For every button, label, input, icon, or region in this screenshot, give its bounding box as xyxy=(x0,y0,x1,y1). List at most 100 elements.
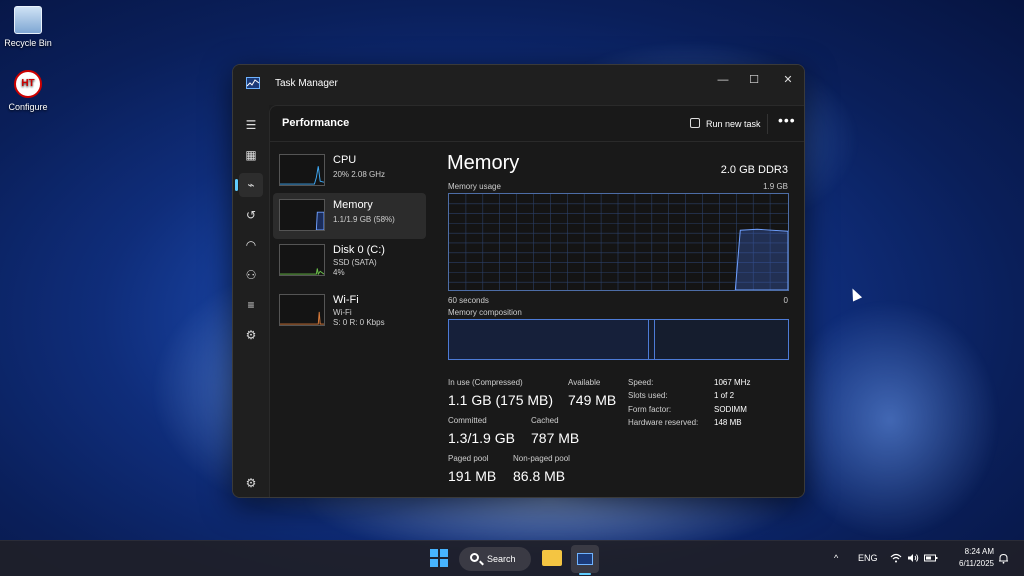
perf-item-detail: 4% xyxy=(333,268,345,277)
task-manager-app-icon xyxy=(246,77,260,89)
graph-time-left: 60 seconds xyxy=(448,296,489,305)
run-new-task-label: Run new task xyxy=(706,119,761,129)
non-paged-pool-value: 86.8 MB xyxy=(513,468,566,484)
paged-pool-label: Paged pool xyxy=(448,454,489,463)
task-manager-icon xyxy=(577,553,593,565)
perf-item-detail: S: 0 R: 0 Kbps xyxy=(333,318,385,327)
desktop-icon-recycle-bin[interactable]: Recycle Bin xyxy=(0,6,58,48)
navigation-rail: ☰ ▦ ⌁ ↺ ◠ ⚇ ≡ ⚙ ⚙ xyxy=(233,105,269,497)
graph-time-right: 0 xyxy=(783,296,788,305)
perf-item-name: Disk 0 (C:) xyxy=(333,244,385,256)
tray-overflow-chevron-icon[interactable]: ^ xyxy=(834,553,838,563)
hamburger-menu-icon[interactable]: ☰ xyxy=(239,113,263,137)
speed-label: Speed: xyxy=(628,378,654,387)
clock-date: 6/11/2025 xyxy=(959,559,994,568)
perf-item-detail: 1.1/1.9 GB (58%) xyxy=(333,215,395,224)
memory-composition-bar xyxy=(448,319,789,360)
input-language-indicator[interactable]: ENG xyxy=(858,553,878,563)
search-label: Search xyxy=(487,554,516,564)
perf-item-detail: Wi-Fi xyxy=(333,308,352,317)
page-title: Performance xyxy=(282,117,350,129)
perf-item-disk[interactable]: Disk 0 (C:) SSD (SATA) 4% xyxy=(273,238,426,284)
detail-title: Memory xyxy=(447,152,520,174)
window-title: Task Manager xyxy=(275,78,338,89)
memory-usage-max: 1.9 GB xyxy=(763,182,788,191)
clock-time: 8:24 AM xyxy=(964,547,994,556)
memory-usage-series xyxy=(734,228,788,290)
start-button[interactable] xyxy=(430,549,448,567)
form-factor-value: SODIMM xyxy=(714,405,747,414)
committed-value: 1.3/1.9 GB xyxy=(448,430,515,446)
settings-gear-icon[interactable]: ⚙ xyxy=(239,471,263,495)
taskbar-clock[interactable]: 8:24 AM 6/11/2025 xyxy=(946,546,994,570)
in-use-label: In use (Compressed) xyxy=(448,378,523,387)
perf-item-cpu[interactable]: CPU 20% 2.08 GHz xyxy=(273,148,426,194)
windows-logo-icon xyxy=(430,549,438,557)
close-button[interactable]: ✕ xyxy=(771,69,804,91)
cached-label: Cached xyxy=(531,416,559,425)
cpu-thumbnail-graph xyxy=(279,154,325,186)
active-app-indicator xyxy=(579,573,591,575)
task-manager-window: Task Manager — ☐ ✕ ☰ ▦ ⌁ ↺ ◠ ⚇ ≡ ⚙ ⚙ Per… xyxy=(232,64,805,498)
volume-icon[interactable] xyxy=(907,553,919,565)
more-options-button[interactable]: ••• xyxy=(778,112,796,128)
in-use-value: 1.1 GB (175 MB) xyxy=(448,392,554,408)
non-paged-pool-label: Non-paged pool xyxy=(513,454,570,463)
memory-spec: 2.0 GB DDR3 xyxy=(720,164,788,176)
toolbar-divider xyxy=(767,114,768,134)
perf-item-wifi[interactable]: Wi-Fi Wi-Fi S: 0 R: 0 Kbps xyxy=(273,288,426,334)
pane-header: Performance Run new task ••• xyxy=(270,106,804,142)
title-bar[interactable]: Task Manager — ☐ ✕ xyxy=(233,65,804,105)
memory-usage-label: Memory usage xyxy=(448,182,501,191)
mouse-pointer-icon xyxy=(847,286,863,302)
battery-icon[interactable] xyxy=(924,553,938,565)
available-label: Available xyxy=(568,378,601,387)
configure-icon: HT xyxy=(14,70,42,98)
run-new-task-button[interactable]: Run new task xyxy=(684,113,767,135)
memory-usage-graph xyxy=(448,193,789,291)
recycle-bin-icon xyxy=(14,6,42,34)
wallpaper-bloom xyxy=(780,300,1000,540)
performance-pane: Performance Run new task ••• CPU 20% 2.0… xyxy=(269,105,804,497)
wifi-thumbnail-graph xyxy=(279,294,325,326)
composition-in-use xyxy=(449,320,649,359)
slots-used-value: 1 of 2 xyxy=(714,391,735,400)
speed-value: 1067 MHz xyxy=(714,378,751,387)
taskbar: Search ^ ENG 8:24 AM 6/11/2025 xyxy=(0,540,1024,576)
details-icon[interactable]: ≡ xyxy=(239,293,263,317)
desktop-icon-label: Recycle Bin xyxy=(4,38,52,48)
committed-label: Committed xyxy=(448,416,487,425)
users-icon[interactable]: ⚇ xyxy=(239,263,263,287)
perf-item-name: Memory xyxy=(333,199,373,211)
taskbar-search-button[interactable]: Search xyxy=(459,547,531,571)
search-icon xyxy=(470,553,479,562)
maximize-button[interactable]: ☐ xyxy=(737,69,771,91)
paged-pool-value: 191 MB xyxy=(448,468,497,484)
composition-modified xyxy=(649,320,655,359)
slots-used-label: Slots used: xyxy=(628,391,668,400)
perf-item-detail: 20% 2.08 GHz xyxy=(333,170,386,179)
desktop-icon-label: Configure xyxy=(8,102,48,112)
services-icon[interactable]: ⚙ xyxy=(239,323,263,347)
cached-value: 787 MB xyxy=(531,430,580,446)
disk-thumbnail-graph xyxy=(279,244,325,276)
file-explorer-icon[interactable] xyxy=(542,550,562,566)
performance-icon[interactable]: ⌁ xyxy=(235,173,263,197)
minimize-button[interactable]: — xyxy=(706,69,740,91)
run-task-icon xyxy=(690,118,700,128)
perf-item-name: Wi-Fi xyxy=(333,294,359,306)
wifi-icon[interactable] xyxy=(890,553,902,565)
form-factor-label: Form factor: xyxy=(628,405,672,414)
perf-item-name: CPU xyxy=(333,154,357,166)
startup-apps-icon[interactable]: ◠ xyxy=(239,233,263,257)
perf-item-memory[interactable]: Memory 1.1/1.9 GB (58%) xyxy=(273,193,426,239)
hardware-reserved-label: Hardware reserved: xyxy=(628,418,699,427)
memory-composition-label: Memory composition xyxy=(448,308,522,317)
taskbar-task-manager-button[interactable] xyxy=(571,545,599,573)
perf-item-detail: SSD (SATA) xyxy=(333,258,377,267)
hardware-reserved-value: 148 MB xyxy=(714,418,742,427)
desktop-icon-configure[interactable]: HT Configure xyxy=(0,70,58,112)
notification-bell-icon[interactable] xyxy=(998,553,1009,566)
app-history-icon[interactable]: ↺ xyxy=(239,203,263,227)
processes-icon[interactable]: ▦ xyxy=(239,143,263,167)
